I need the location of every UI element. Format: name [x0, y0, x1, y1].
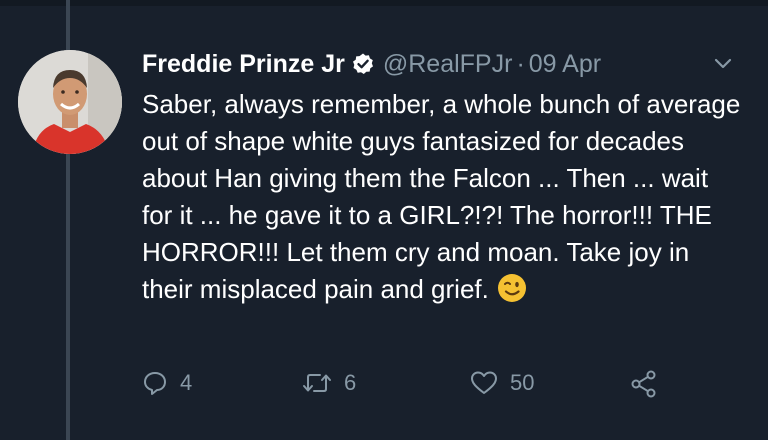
share-button[interactable]: [630, 370, 670, 398]
reply-button[interactable]: 4: [142, 370, 192, 396]
verified-badge-icon: [351, 52, 375, 76]
like-button[interactable]: 50: [470, 370, 534, 396]
tweet-actions: 4 6 50: [142, 370, 682, 410]
retweet-icon: [303, 374, 331, 392]
thread-line-bottom: [66, 150, 70, 440]
author-name[interactable]: Freddie Prinze Jr: [142, 50, 345, 79]
chevron-down-icon[interactable]: [712, 52, 734, 74]
tweet-header: Freddie Prinze Jr @RealFPJr · 09 Apr: [142, 44, 748, 84]
retweet-count: 6: [344, 370, 357, 395]
reply-icon: [144, 372, 166, 395]
like-count: 50: [510, 370, 535, 395]
share-icon: [631, 370, 656, 398]
winking-face-emoji-icon: [497, 273, 527, 303]
tweet-date[interactable]: 09 Apr: [529, 50, 601, 79]
separator-dot: ·: [516, 49, 525, 78]
like-icon: [471, 371, 497, 394]
tweet-text-content: Saber, always remember, a whole bunch of…: [142, 89, 741, 304]
author-handle[interactable]: @RealFPJr: [383, 50, 513, 79]
retweet-button[interactable]: 6: [302, 370, 356, 396]
reply-count: 4: [180, 370, 193, 395]
thread-line-top: [66, 0, 70, 50]
previous-tweet-edge: [0, 0, 768, 6]
tweet-text: Saber, always remember, a whole bunch of…: [142, 86, 742, 308]
avatar[interactable]: [18, 50, 122, 154]
